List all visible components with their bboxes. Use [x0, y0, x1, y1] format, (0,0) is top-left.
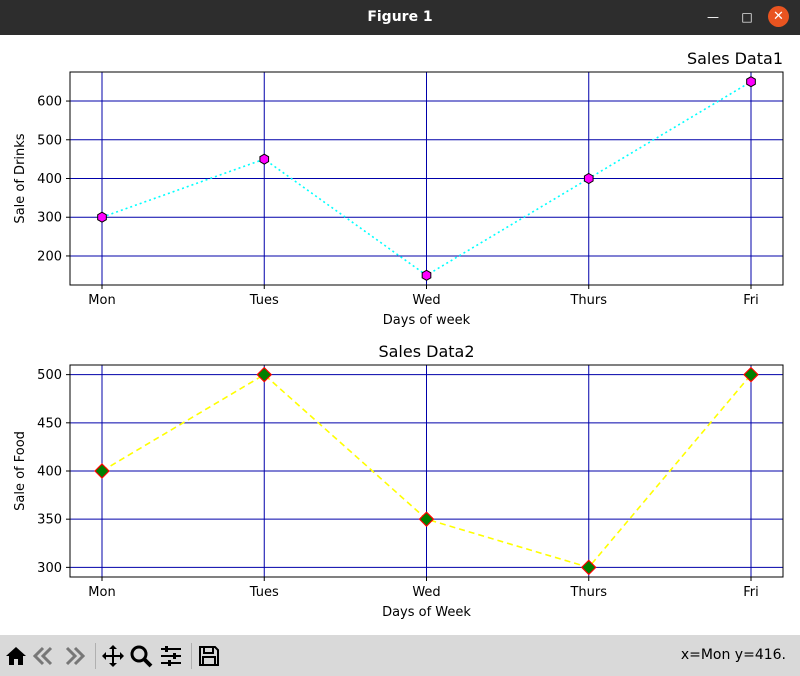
window-titlebar: Figure 1 — □ ✕	[0, 0, 800, 35]
y-tick-label: 300	[37, 561, 62, 576]
x-axis-label: Days of Week	[382, 605, 471, 620]
x-axis-label: Days of week	[383, 313, 471, 328]
x-tick-label: Wed	[412, 293, 440, 308]
y-tick-label: 450	[37, 416, 62, 431]
window-title: Figure 1	[367, 9, 433, 25]
y-tick-label: 400	[37, 172, 62, 187]
figure-svg: Mon Tues Wed Thurs Fri 200 300 400 500 600 Days of…	[13, 49, 784, 620]
y-axis-label: Sale of Food	[13, 431, 28, 511]
navigation-toolbar: x=Mon y=416.	[0, 635, 800, 676]
chart-title: Sales Data2	[378, 342, 474, 361]
subplot-2: Mon Tues Wed Thurs Fri 300 350 400 450 500 Days of…	[13, 342, 784, 620]
y-axis-label: Sale of Drinks	[13, 133, 28, 223]
x-tick-label: Mon	[88, 293, 115, 308]
toolbar-separator	[95, 643, 96, 669]
pan-icon[interactable]	[100, 643, 126, 669]
x-tick-label: Tues	[249, 293, 279, 308]
y-tick-label: 300	[37, 211, 62, 226]
maximize-button[interactable]: □	[735, 5, 759, 29]
forward-icon[interactable]	[61, 643, 87, 669]
x-tick-label: Fri	[743, 585, 759, 600]
configure-subplots-icon[interactable]	[158, 643, 184, 669]
data-point	[418, 511, 435, 528]
data-point	[746, 76, 756, 88]
y-tick-label: 200	[37, 249, 62, 264]
y-tick-label: 500	[37, 368, 62, 383]
x-tick-label: Thurs	[569, 293, 607, 308]
x-tick-label: Thurs	[569, 585, 607, 600]
x-tick-label: Mon	[88, 585, 115, 600]
y-tick-label: 350	[37, 513, 62, 528]
x-tick-label: Tues	[249, 585, 279, 600]
data-point	[259, 153, 270, 165]
close-button[interactable]: ✕	[768, 6, 789, 27]
zoom-icon[interactable]	[128, 643, 154, 669]
data-point	[97, 211, 107, 223]
data-point	[421, 269, 432, 281]
back-icon[interactable]	[31, 643, 57, 669]
x-tick-label: Fri	[743, 293, 759, 308]
data-point	[583, 172, 594, 185]
figure-canvas[interactable]: Mon Tues Wed Thurs Fri 200 300 400 500 600 Days of…	[0, 35, 800, 635]
minimize-button[interactable]: —	[701, 5, 725, 29]
chart-title: Sales Data1	[687, 49, 783, 68]
y-tick-label: 400	[37, 465, 62, 480]
x-tick-label: Wed	[412, 585, 440, 600]
data-point	[94, 463, 110, 479]
toolbar-separator	[191, 643, 192, 669]
subplot-1: Mon Tues Wed Thurs Fri 200 300 400 500 600 Days of…	[13, 49, 784, 328]
cursor-status: x=Mon y=416.	[680, 647, 786, 663]
y-tick-label: 600	[37, 95, 62, 110]
save-icon[interactable]	[196, 643, 222, 669]
y-tick-label: 500	[37, 133, 62, 148]
home-icon[interactable]	[3, 643, 29, 669]
